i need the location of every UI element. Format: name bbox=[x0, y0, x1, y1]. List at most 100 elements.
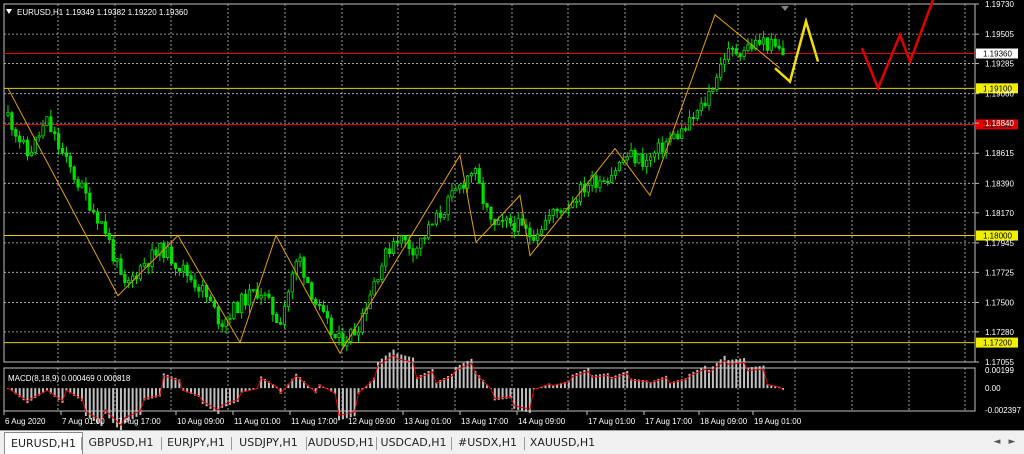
candle-body bbox=[399, 235, 403, 244]
candle-body bbox=[691, 117, 696, 119]
candle-body bbox=[625, 156, 629, 161]
tab-eurusd-h1[interactable]: EURUSD,H1 bbox=[4, 432, 83, 454]
candle-body bbox=[29, 151, 33, 157]
tab-usdcad-h1[interactable]: USDCAD,H1 bbox=[376, 434, 451, 452]
price-scale-label: 1.19060 bbox=[985, 90, 1014, 99]
candle-body bbox=[551, 208, 555, 216]
time-label: 18 Aug 09:00 bbox=[700, 417, 748, 426]
candle-body bbox=[543, 219, 548, 231]
candle-body bbox=[127, 280, 131, 284]
candle-body bbox=[228, 318, 232, 320]
candle-body bbox=[18, 135, 22, 143]
tab-usdjpy-h1[interactable]: USDJPY,H1 bbox=[231, 434, 306, 452]
candle-body bbox=[734, 48, 738, 55]
candle-body bbox=[259, 294, 263, 299]
candle-body bbox=[76, 179, 80, 188]
candle-body bbox=[111, 239, 115, 262]
candle-body bbox=[282, 306, 287, 325]
candle-body bbox=[356, 331, 361, 336]
candle-body bbox=[613, 170, 618, 176]
candle-body bbox=[41, 125, 45, 137]
candle-body bbox=[442, 213, 446, 218]
scroll-right-icon[interactable]: ► bbox=[1005, 435, 1019, 450]
candle-body bbox=[267, 293, 271, 298]
candle-body bbox=[726, 47, 731, 61]
candle-body bbox=[707, 91, 711, 106]
candle-body bbox=[648, 156, 653, 161]
candle-body bbox=[64, 152, 69, 157]
candle-body bbox=[177, 268, 181, 272]
tab-audusd-h1[interactable]: AUDUSD,H1 bbox=[306, 434, 376, 452]
candle-body bbox=[119, 258, 123, 275]
candle-body bbox=[637, 153, 641, 164]
candle-body bbox=[247, 289, 252, 306]
chart-tab-bar: EURUSD,H1 GBPUSD,H1 EURJPY,H1 USDJPY,H1 AUDU… bbox=[0, 430, 1024, 454]
candle-body bbox=[88, 192, 92, 211]
candle-body bbox=[197, 286, 201, 292]
candle-body bbox=[512, 222, 516, 232]
candle-body bbox=[236, 302, 240, 314]
candle-body bbox=[201, 285, 205, 292]
candle-body bbox=[715, 76, 719, 90]
candle-body bbox=[376, 279, 380, 283]
candle-body bbox=[462, 184, 466, 189]
candle-body bbox=[454, 188, 458, 192]
price-scale-label: 1.18390 bbox=[985, 179, 1014, 188]
candle-body bbox=[547, 214, 551, 221]
candle-body bbox=[742, 50, 746, 57]
candle-body bbox=[263, 293, 267, 296]
candle-body bbox=[528, 227, 532, 238]
price-chart[interactable]: 1.193601.191001.188301.180001.17200 0.00… bbox=[0, 0, 1024, 430]
candlestick-series bbox=[6, 31, 785, 352]
price-scale-label: 1.17500 bbox=[985, 298, 1014, 307]
candle-body bbox=[103, 221, 107, 234]
candle-body bbox=[388, 248, 392, 254]
candle-body bbox=[45, 116, 49, 127]
time-label: 12 Aug 09:00 bbox=[348, 417, 396, 426]
symbol-header: EURUSD,H1 1.19349 1.19382 1.19220 1.1936… bbox=[17, 8, 188, 17]
candle-body bbox=[99, 221, 104, 224]
time-label: 19 Aug 01:00 bbox=[754, 417, 802, 426]
candle-body bbox=[92, 209, 96, 213]
tab-usdx-h1[interactable]: #USDX,H1 bbox=[451, 434, 524, 452]
price-scale-label: 1.17280 bbox=[985, 328, 1014, 337]
candle-body bbox=[489, 206, 493, 220]
candle-body bbox=[298, 257, 302, 263]
time-label: 17 Aug 17:00 bbox=[645, 417, 693, 426]
candle-body bbox=[372, 281, 376, 296]
candle-body bbox=[676, 133, 680, 139]
candle-body bbox=[559, 210, 563, 214]
candle-body bbox=[216, 306, 220, 325]
candle-body bbox=[500, 219, 505, 222]
chart-shift-icon[interactable] bbox=[781, 6, 789, 11]
candle-body bbox=[438, 212, 442, 218]
candle-body bbox=[60, 148, 65, 154]
macd-header: MACD(8,18,9) 0.000469 0.000818 bbox=[8, 374, 131, 383]
candle-body bbox=[722, 59, 727, 65]
tab-xauusd-h1[interactable]: XAUUSD,H1 bbox=[524, 434, 601, 452]
tab-gbpusd-h1[interactable]: GBPUSD,H1 bbox=[81, 434, 161, 452]
candle-body bbox=[49, 116, 53, 133]
candle-body bbox=[594, 175, 598, 188]
candle-body bbox=[497, 219, 501, 226]
time-label: 7 Aug 17:00 bbox=[118, 417, 161, 426]
candle-body bbox=[166, 246, 170, 258]
candle-body bbox=[310, 282, 314, 300]
candle-body bbox=[317, 303, 322, 306]
candle-body bbox=[773, 38, 777, 47]
tab-eurjpy-h1[interactable]: EURJPY,H1 bbox=[161, 434, 231, 452]
candle-body bbox=[641, 153, 645, 167]
candle-body bbox=[469, 173, 474, 177]
candle-body bbox=[193, 279, 197, 288]
scroll-left-icon[interactable]: ◄ bbox=[990, 435, 1004, 450]
candle-body bbox=[154, 249, 158, 256]
candle-body bbox=[695, 110, 699, 119]
candle-body bbox=[485, 203, 489, 208]
candle-body bbox=[738, 53, 742, 57]
candle-body bbox=[536, 233, 540, 241]
candle-body bbox=[574, 201, 579, 203]
candle-body bbox=[481, 182, 485, 205]
price-scale-label: 1.18170 bbox=[985, 209, 1014, 218]
candle-body bbox=[777, 45, 781, 49]
candle-body bbox=[333, 333, 337, 339]
